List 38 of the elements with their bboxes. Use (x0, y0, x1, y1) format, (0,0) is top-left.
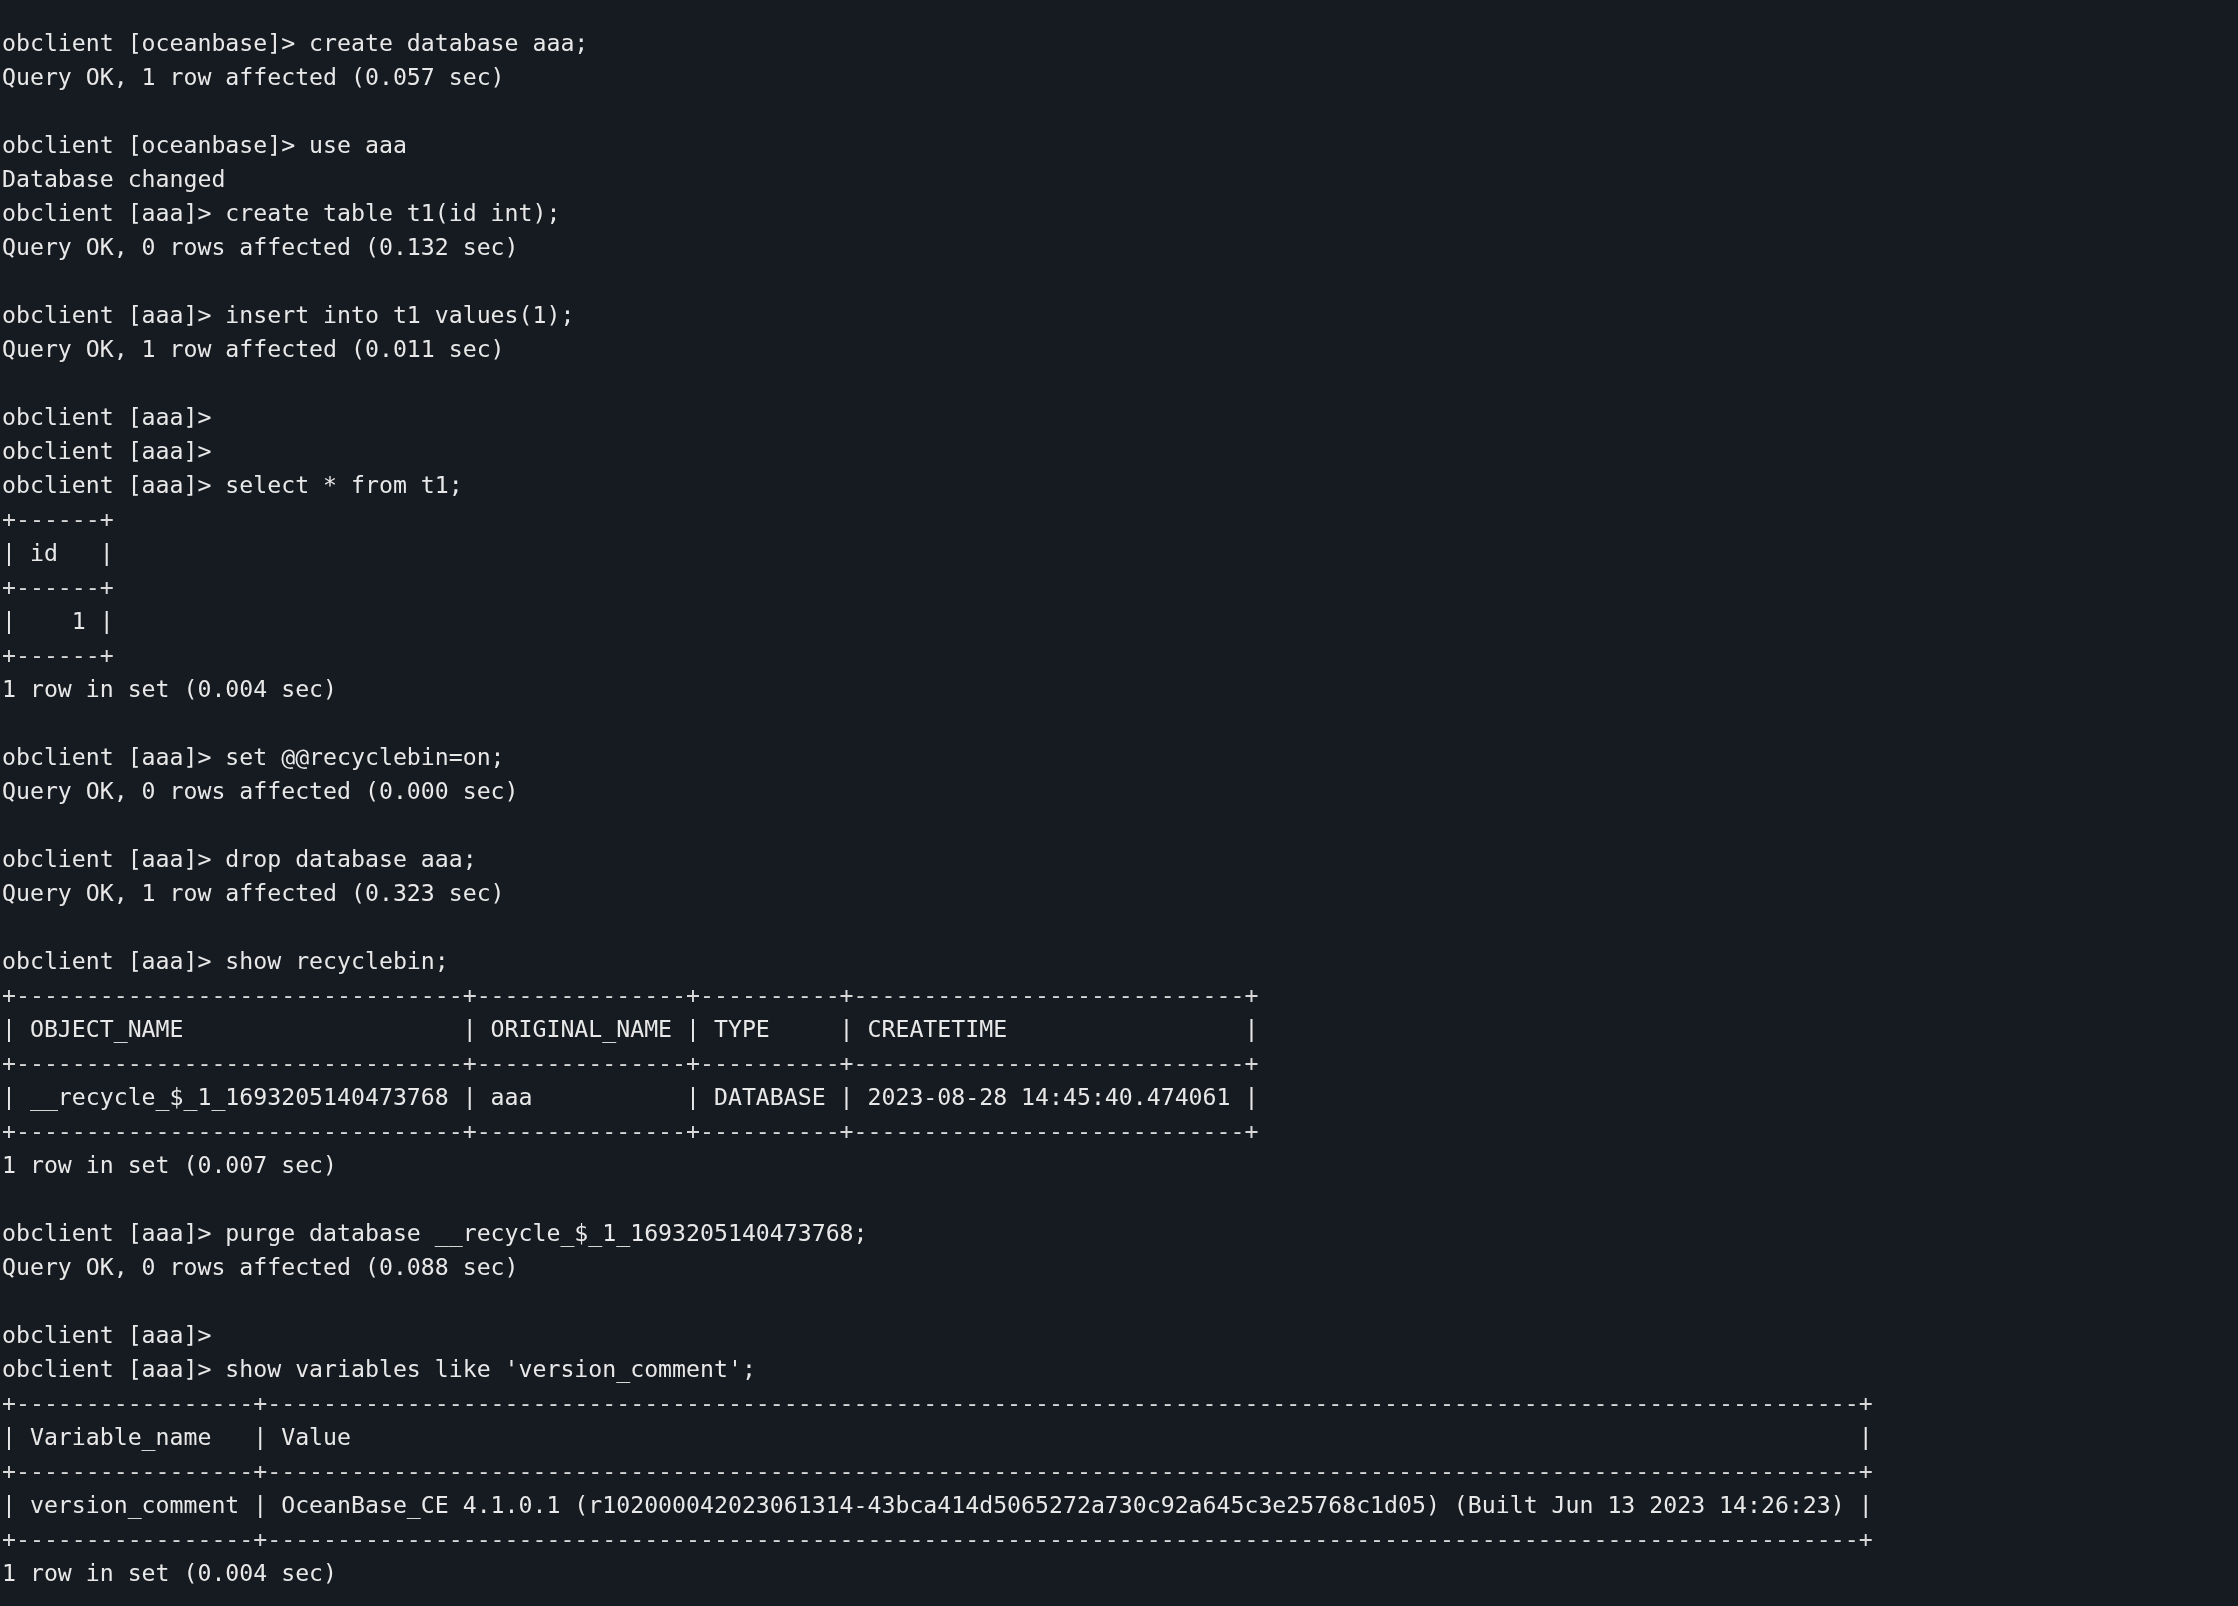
output-line: 1 row in set (0.007 sec) (2, 1150, 338, 1180)
output-line: Query OK, 0 rows affected (0.000 sec) (2, 776, 519, 806)
output-line: Query OK, 1 row affected (0.011 sec) (2, 334, 505, 364)
table-border: +--------------------------------+---------------+----------+----------------------------+ (2, 1116, 1259, 1146)
table-border: +--------------------------------+---------------+----------+----------------------------+ (2, 1048, 1259, 1078)
command-line: obclient [aaa]> (2, 436, 212, 466)
command-line: obclient [oceanbase]> use aaa (2, 130, 407, 160)
command-line: obclient [aaa]> show variables like 'version_comment'; (2, 1354, 756, 1385)
command-line: obclient [aaa]> set @@recyclebin=on; (2, 742, 505, 772)
output-line: Query OK, 0 rows affected (0.132 sec) (2, 232, 519, 262)
table-border: +------+ (2, 504, 114, 534)
output-line: 1 row in set (0.004 sec) (2, 1558, 338, 1588)
output-line: Query OK, 0 rows affected (0.088 sec) (2, 1252, 519, 1282)
table-row-text: | OBJECT_NAME | ORIGINAL_NAME | TYPE | CREATETIME | (2, 1014, 1259, 1045)
table-row-text: | __recycle_$_1_1693205140473768 | aaa | DATABASE | 2023-08-28 14:45:40.474061 | (2, 1082, 1259, 1113)
table-border: +-----------------+------------------------------------------------------------------------------------------------------------------+ (2, 1524, 1873, 1554)
command-line: obclient [aaa]> (2, 1320, 212, 1350)
table-border: +--------------------------------+---------------+----------+----------------------------+ (2, 980, 1259, 1010)
table-border: +------+ (2, 640, 114, 670)
command-line: obclient [aaa]> select * from t1; (2, 470, 463, 500)
table-border: +-----------------+------------------------------------------------------------------------------------------------------------------+ (2, 1388, 1873, 1418)
table-row-text: | version_comment | OceanBase_CE 4.1.0.1 (r102000042023061314-43bca414d5065272a730c92a645c3e25768c1d05) (Built Jun 13 2023 14:26:23) | (2, 1490, 1873, 1521)
command-line: obclient [aaa]> insert into t1 values(1); (2, 300, 575, 330)
table-row-text: | id | (2, 538, 114, 568)
table-border: +------+ (2, 572, 114, 602)
output-line: 1 row in set (0.004 sec) (2, 674, 338, 704)
table-row-text: | Variable_name | Value | (2, 1422, 1873, 1453)
output-line: Query OK, 1 row affected (0.057 sec) (2, 62, 505, 92)
output-line: Database changed (2, 164, 226, 194)
command-line: obclient [aaa]> create table t1(id int); (2, 198, 561, 228)
command-line: obclient [aaa]> (2, 402, 212, 432)
command-line: obclient [oceanbase]> create database aaa; (2, 28, 589, 58)
command-line: obclient [aaa]> show recyclebin; (2, 946, 449, 976)
output-line: Query OK, 1 row affected (0.323 sec) (2, 878, 505, 908)
command-line: obclient [aaa]> drop database aaa; (2, 844, 477, 874)
table-border: +-----------------+------------------------------------------------------------------------------------------------------------------+ (2, 1456, 1873, 1486)
table-row-text: | 1 | (2, 606, 114, 636)
command-line: obclient [aaa]> purge database __recycle_$_1_1693205140473768; (2, 1218, 868, 1249)
